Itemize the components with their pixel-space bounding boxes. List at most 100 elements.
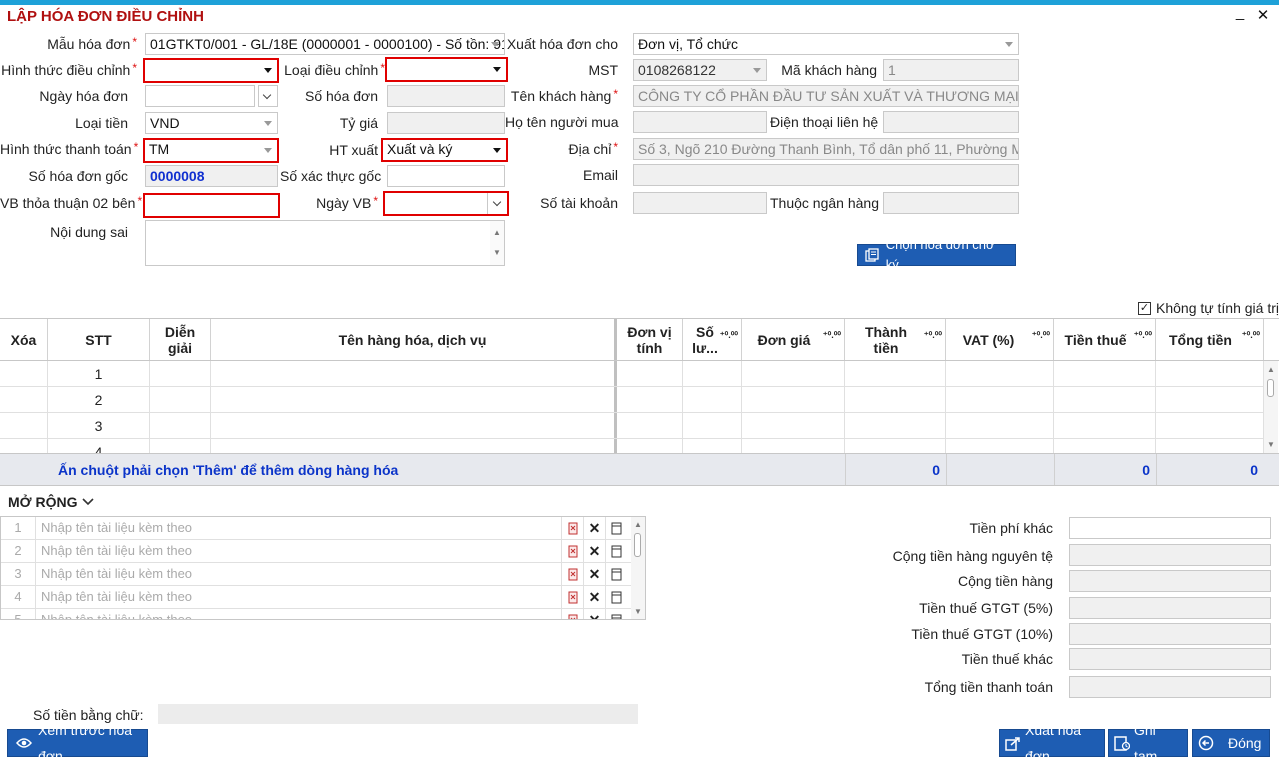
so-hoa-don-goc-input[interactable]: 0000008 — [145, 165, 278, 187]
delete-icon[interactable]: ✕ — [583, 563, 605, 585]
ngay-vb-input[interactable] — [383, 191, 509, 216]
attachments-scrollbar[interactable]: ▲ ▼ — [631, 517, 645, 619]
loai-dieu-chinh-select[interactable] — [385, 57, 508, 82]
chevron-down-icon[interactable] — [487, 193, 507, 214]
thuoc-ngan-hang-input[interactable] — [883, 192, 1019, 214]
col-thanh-tien[interactable]: Thành tiền ⁺⁰.⁰⁰ — [845, 319, 946, 360]
col-ten-hang-hoa[interactable]: Tên hàng hóa, dịch vụ — [211, 319, 617, 360]
total-tong-tien: 0 — [1156, 454, 1264, 485]
hinh-thuc-thanh-toan-label: Hình thức thanh toán * — [0, 140, 139, 157]
decimal-format-icon[interactable]: ⁺⁰.⁰⁰ — [1032, 331, 1050, 340]
attachment-name-input[interactable]: Nhập tên tài liệu kèm theo — [41, 563, 192, 585]
ma-khach-hang-input[interactable]: 1 — [883, 59, 1019, 81]
xem-truoc-button[interactable]: Xem trước hóa đơn — [7, 722, 148, 764]
noi-dung-sai-textarea[interactable]: ▲ ▼ — [145, 220, 505, 266]
dien-thoai-input[interactable] — [883, 111, 1019, 133]
hinh-thuc-thanh-toan-select[interactable]: TM — [143, 138, 279, 163]
so-xac-thuc-goc-label: Số xác thực gốc — [280, 168, 382, 184]
attach-file-icon[interactable] — [561, 586, 583, 608]
xuat-hoa-don-cho-select[interactable]: Đơn vị, Tổ chức — [633, 33, 1019, 55]
col-so-luong[interactable]: Số lư... ⁺⁰.⁰⁰ — [683, 319, 742, 360]
attachment-number: 1 — [1, 517, 36, 539]
attach-file-icon[interactable] — [561, 563, 583, 585]
document-icon[interactable] — [605, 563, 627, 585]
ngay-hoa-don-input[interactable] — [145, 85, 255, 107]
so-xac-thuc-goc-input[interactable] — [387, 165, 505, 187]
col-tong-tien[interactable]: Tổng tiền ⁺⁰.⁰⁰ — [1156, 319, 1264, 360]
attachments-scroll-thumb[interactable] — [634, 533, 641, 557]
decimal-format-icon[interactable]: ⁺⁰.⁰⁰ — [720, 331, 738, 340]
list-item[interactable]: 3 Nhập tên tài liệu kèm theo ✕ — [1, 563, 631, 586]
attach-file-icon[interactable] — [561, 517, 583, 539]
khong-tu-tinh-checkbox[interactable]: ✓ Không tự tính giá trị — [1138, 300, 1279, 316]
table-row[interactable]: 3 — [0, 413, 1264, 439]
delete-icon[interactable]: ✕ — [583, 517, 605, 539]
mau-hoa-don-select[interactable]: 01GTKT0/001 - GL/18E (0000001 - 0000100)… — [145, 33, 505, 55]
decimal-format-icon[interactable]: ⁺⁰.⁰⁰ — [924, 331, 942, 340]
col-don-vi-tinh[interactable]: Đơn vị tính — [617, 319, 683, 360]
so-hoa-don-input[interactable] — [387, 85, 505, 107]
loai-tien-select[interactable]: VND — [145, 112, 278, 134]
delete-icon[interactable]: ✕ — [583, 609, 605, 619]
ngay-hoa-don-calendar-button[interactable] — [258, 85, 278, 107]
attachment-name-input[interactable]: Nhập tên tài liệu kèm theo — [41, 540, 192, 562]
ten-khach-hang-label: Tên khách hàng * — [510, 87, 618, 104]
mst-input[interactable]: 0108268122 — [633, 59, 767, 81]
list-item[interactable]: 2 Nhập tên tài liệu kèm theo ✕ — [1, 540, 631, 563]
mo-rong-toggle[interactable]: MỞ RỘNG — [8, 494, 94, 510]
cong-tien-hang-label: Cộng tiền hàng — [958, 573, 1053, 589]
so-tai-khoan-label: Số tài khoản — [540, 195, 618, 211]
row-stt: 1 — [48, 361, 150, 386]
email-input[interactable] — [633, 164, 1019, 186]
checkbox-checked-icon: ✓ — [1138, 301, 1151, 315]
document-icon[interactable] — [605, 517, 627, 539]
grid-scroll-thumb[interactable] — [1267, 379, 1274, 397]
decimal-format-icon[interactable]: ⁺⁰.⁰⁰ — [1242, 331, 1260, 340]
dia-chi-input[interactable]: Số 3, Ngõ 210 Đường Thanh Bình, Tổ dân p… — [633, 138, 1019, 160]
grid-scrollbar[interactable]: ▲ ▼ — [1264, 361, 1278, 453]
minimize-button[interactable]: _ — [1232, 4, 1248, 21]
hinh-thuc-dieu-chinh-select[interactable] — [143, 58, 279, 83]
col-don-gia[interactable]: Đơn giá ⁺⁰.⁰⁰ — [742, 319, 845, 360]
attach-file-icon[interactable] — [561, 609, 583, 619]
tien-phi-khac-input[interactable] — [1069, 517, 1271, 539]
col-xoa[interactable]: Xóa — [0, 319, 48, 360]
ty-gia-input[interactable] — [387, 112, 505, 134]
col-tien-thue[interactable]: Tiền thuế ⁺⁰.⁰⁰ — [1054, 319, 1156, 360]
xuat-hoa-don-button[interactable]: Xuất hóa đơn — [999, 722, 1105, 764]
chon-hoa-don-button[interactable]: Chọn hóa đơn chờ ký — [857, 237, 1016, 272]
ho-ten-nguoi-mua-input[interactable] — [633, 111, 767, 133]
so-tai-khoan-input[interactable] — [633, 192, 767, 214]
attachment-name-input[interactable]: Nhập tên tài liệu kèm theo — [41, 609, 192, 619]
attachment-name-input[interactable]: Nhập tên tài liệu kèm theo — [41, 586, 192, 608]
loai-dieu-chinh-label: Loại điều chỉnh * — [284, 61, 385, 78]
document-icon[interactable] — [605, 540, 627, 562]
ghi-tam-button[interactable]: Ghi tạm — [1108, 722, 1188, 764]
ten-khach-hang-input[interactable]: CÔNG TY CỔ PHẦN ĐẦU TƯ SẢN XUẤT VÀ THƯƠN… — [633, 85, 1019, 107]
decimal-format-icon[interactable]: ⁺⁰.⁰⁰ — [823, 331, 841, 340]
document-icon[interactable] — [605, 609, 627, 619]
table-row[interactable]: 2 — [0, 387, 1264, 413]
attachment-number: 4 — [1, 586, 36, 608]
decimal-format-icon[interactable]: ⁺⁰.⁰⁰ — [1134, 331, 1152, 340]
attach-file-icon[interactable] — [561, 540, 583, 562]
ht-xuat-select[interactable]: Xuất và ký — [381, 138, 508, 162]
table-row[interactable]: 4 — [0, 439, 1264, 453]
close-button[interactable]: ✕ — [1255, 6, 1271, 24]
delete-icon[interactable]: ✕ — [583, 586, 605, 608]
document-icon[interactable] — [605, 586, 627, 608]
list-item[interactable]: 4 Nhập tên tài liệu kèm theo ✕ — [1, 586, 631, 609]
vb-thoa-thuan-input[interactable] — [143, 193, 280, 218]
col-vat[interactable]: VAT (%) ⁺⁰.⁰⁰ — [946, 319, 1054, 360]
dia-chi-label: Địa chỉ * — [568, 140, 618, 157]
list-item[interactable]: 5 Nhập tên tài liệu kèm theo ✕ — [1, 609, 631, 619]
delete-icon[interactable]: ✕ — [583, 540, 605, 562]
attachment-name-input[interactable]: Nhập tên tài liệu kèm theo — [41, 517, 192, 539]
noi-dung-sai-scrollbar[interactable]: ▲ ▼ — [490, 221, 504, 265]
ty-gia-label: Tỷ giá — [339, 115, 378, 131]
table-row[interactable]: 1 — [0, 361, 1264, 387]
dong-button[interactable]: Đóng — [1192, 729, 1270, 757]
list-item[interactable]: 1 Nhập tên tài liệu kèm theo ✕ — [1, 517, 631, 540]
col-dien-giai[interactable]: Diễn giải — [150, 319, 211, 360]
col-stt[interactable]: STT — [48, 319, 150, 360]
